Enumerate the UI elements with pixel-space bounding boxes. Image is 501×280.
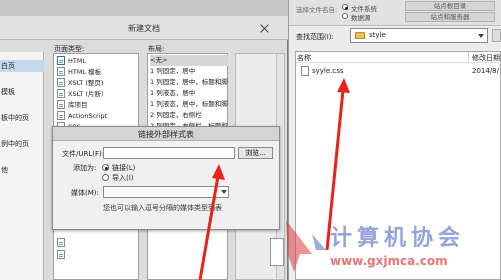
page-type-item[interactable]: XSLT (整页) — [57, 78, 103, 89]
folder-icon — [355, 32, 365, 39]
datasource-radio[interactable] — [342, 13, 348, 19]
look-in-value: style — [369, 31, 386, 39]
link-stylesheet-title: 链接外部样式表 — [138, 130, 194, 139]
chevron-down-icon[interactable] — [221, 190, 227, 194]
site-server-button[interactable]: 站点和服务器 — [405, 12, 495, 22]
watermark-text: 计算机协会 — [330, 226, 466, 251]
category-item-other[interactable]: 他 — [0, 164, 44, 176]
new-document-title: 新建文档 — [128, 24, 160, 33]
file-icon — [57, 56, 65, 65]
layout-item[interactable]: 1 列液态，居中，标题和脚注 — [150, 99, 228, 110]
file-icon — [57, 67, 65, 76]
file-item-name[interactable]: syyle.css — [312, 67, 344, 75]
file-icon — [57, 89, 65, 98]
close-icon[interactable] — [260, 24, 269, 33]
file-url-label: 文件/URL(F): — [62, 150, 105, 158]
link-option-label[interactable]: 链接(L) — [112, 163, 135, 173]
layout-item[interactable]: <无> — [150, 55, 228, 66]
import-option-label[interactable]: 导入(I) — [112, 173, 134, 183]
media-hint: 您也可以输入逗号分隔的媒体类型列表 — [103, 204, 222, 212]
layout-item[interactable]: 1 列固定，居中，标题和脚注 — [150, 77, 228, 88]
file-icon — [57, 238, 65, 247]
file-item-date: 2014/8/ — [472, 67, 499, 75]
page-type-item[interactable]: HTML 模板 — [57, 67, 101, 78]
category-item-template[interactable]: 模板 — [0, 86, 44, 98]
category-item-blank[interactable]: 白页 — [0, 60, 44, 72]
watermark-url: www.gxjmca.com — [330, 254, 448, 268]
page-type-label-text: ActionScript — [68, 112, 108, 120]
file-icon — [57, 250, 65, 259]
page-type-item[interactable]: ActionScript — [57, 111, 107, 122]
category-item-template-page[interactable]: 板中的页 — [0, 112, 44, 124]
page-type-item[interactable] — [57, 238, 68, 249]
file-icon — [57, 100, 65, 109]
page-type-label-text: 库项目 — [68, 101, 88, 109]
media-select[interactable] — [103, 186, 229, 198]
column-divider — [468, 52, 469, 62]
chevron-down-icon[interactable] — [478, 34, 484, 38]
page-type-label-text: XSLT (片断) — [68, 90, 104, 98]
datasource-option-label[interactable]: 数据源 — [351, 12, 371, 22]
layout-item[interactable]: 2 列固定，右侧栏 — [150, 110, 228, 121]
site-root-button[interactable]: 站点根目录 — [405, 1, 495, 11]
browse-button[interactable]: 浏览... — [238, 147, 273, 159]
css-file-icon — [301, 66, 309, 76]
page-type-item[interactable]: HTML — [57, 56, 86, 67]
filesystem-radio[interactable] — [342, 4, 348, 10]
layout-item[interactable]: 1 列固定，居中 — [150, 66, 228, 77]
page-type-item[interactable]: XSLT (片断) — [57, 89, 103, 100]
file-icon — [57, 111, 65, 120]
new-document-titlebar — [0, 0, 288, 16]
file-url-input[interactable] — [103, 147, 235, 159]
add-as-label: 添加为: — [73, 164, 97, 172]
link-stylesheet-dialog: 链接外部样式表 文件/URL(F): 浏览... 添加为: 链接(L) 导入(I… — [52, 126, 280, 230]
header-divider — [296, 62, 501, 63]
category-item-sample-page[interactable]: 例中的页 — [0, 138, 44, 150]
import-radio[interactable] — [102, 174, 109, 181]
link-radio[interactable] — [102, 164, 109, 171]
up-folder-button[interactable] — [492, 29, 501, 42]
file-icon — [57, 78, 65, 87]
layout-item[interactable]: 1 列液态，居中 — [150, 88, 228, 99]
page-type-item[interactable] — [57, 250, 68, 261]
page-type-label-text: HTML 模板 — [68, 68, 102, 76]
page-type-item[interactable]: 库项目 — [57, 100, 88, 111]
look-in-label: 查找范围(I): — [296, 33, 334, 41]
preview-thumbnail — [270, 238, 284, 266]
page-type-label-text: HTML — [68, 57, 87, 65]
media-label: 媒体(M): — [71, 189, 99, 197]
category-list: 白页 模板 板中的页 例中的页 他 — [0, 52, 44, 280]
page-type-label-text: XSLT (整页) — [68, 79, 104, 87]
select-from-label: 选择文件名自: — [296, 6, 338, 14]
